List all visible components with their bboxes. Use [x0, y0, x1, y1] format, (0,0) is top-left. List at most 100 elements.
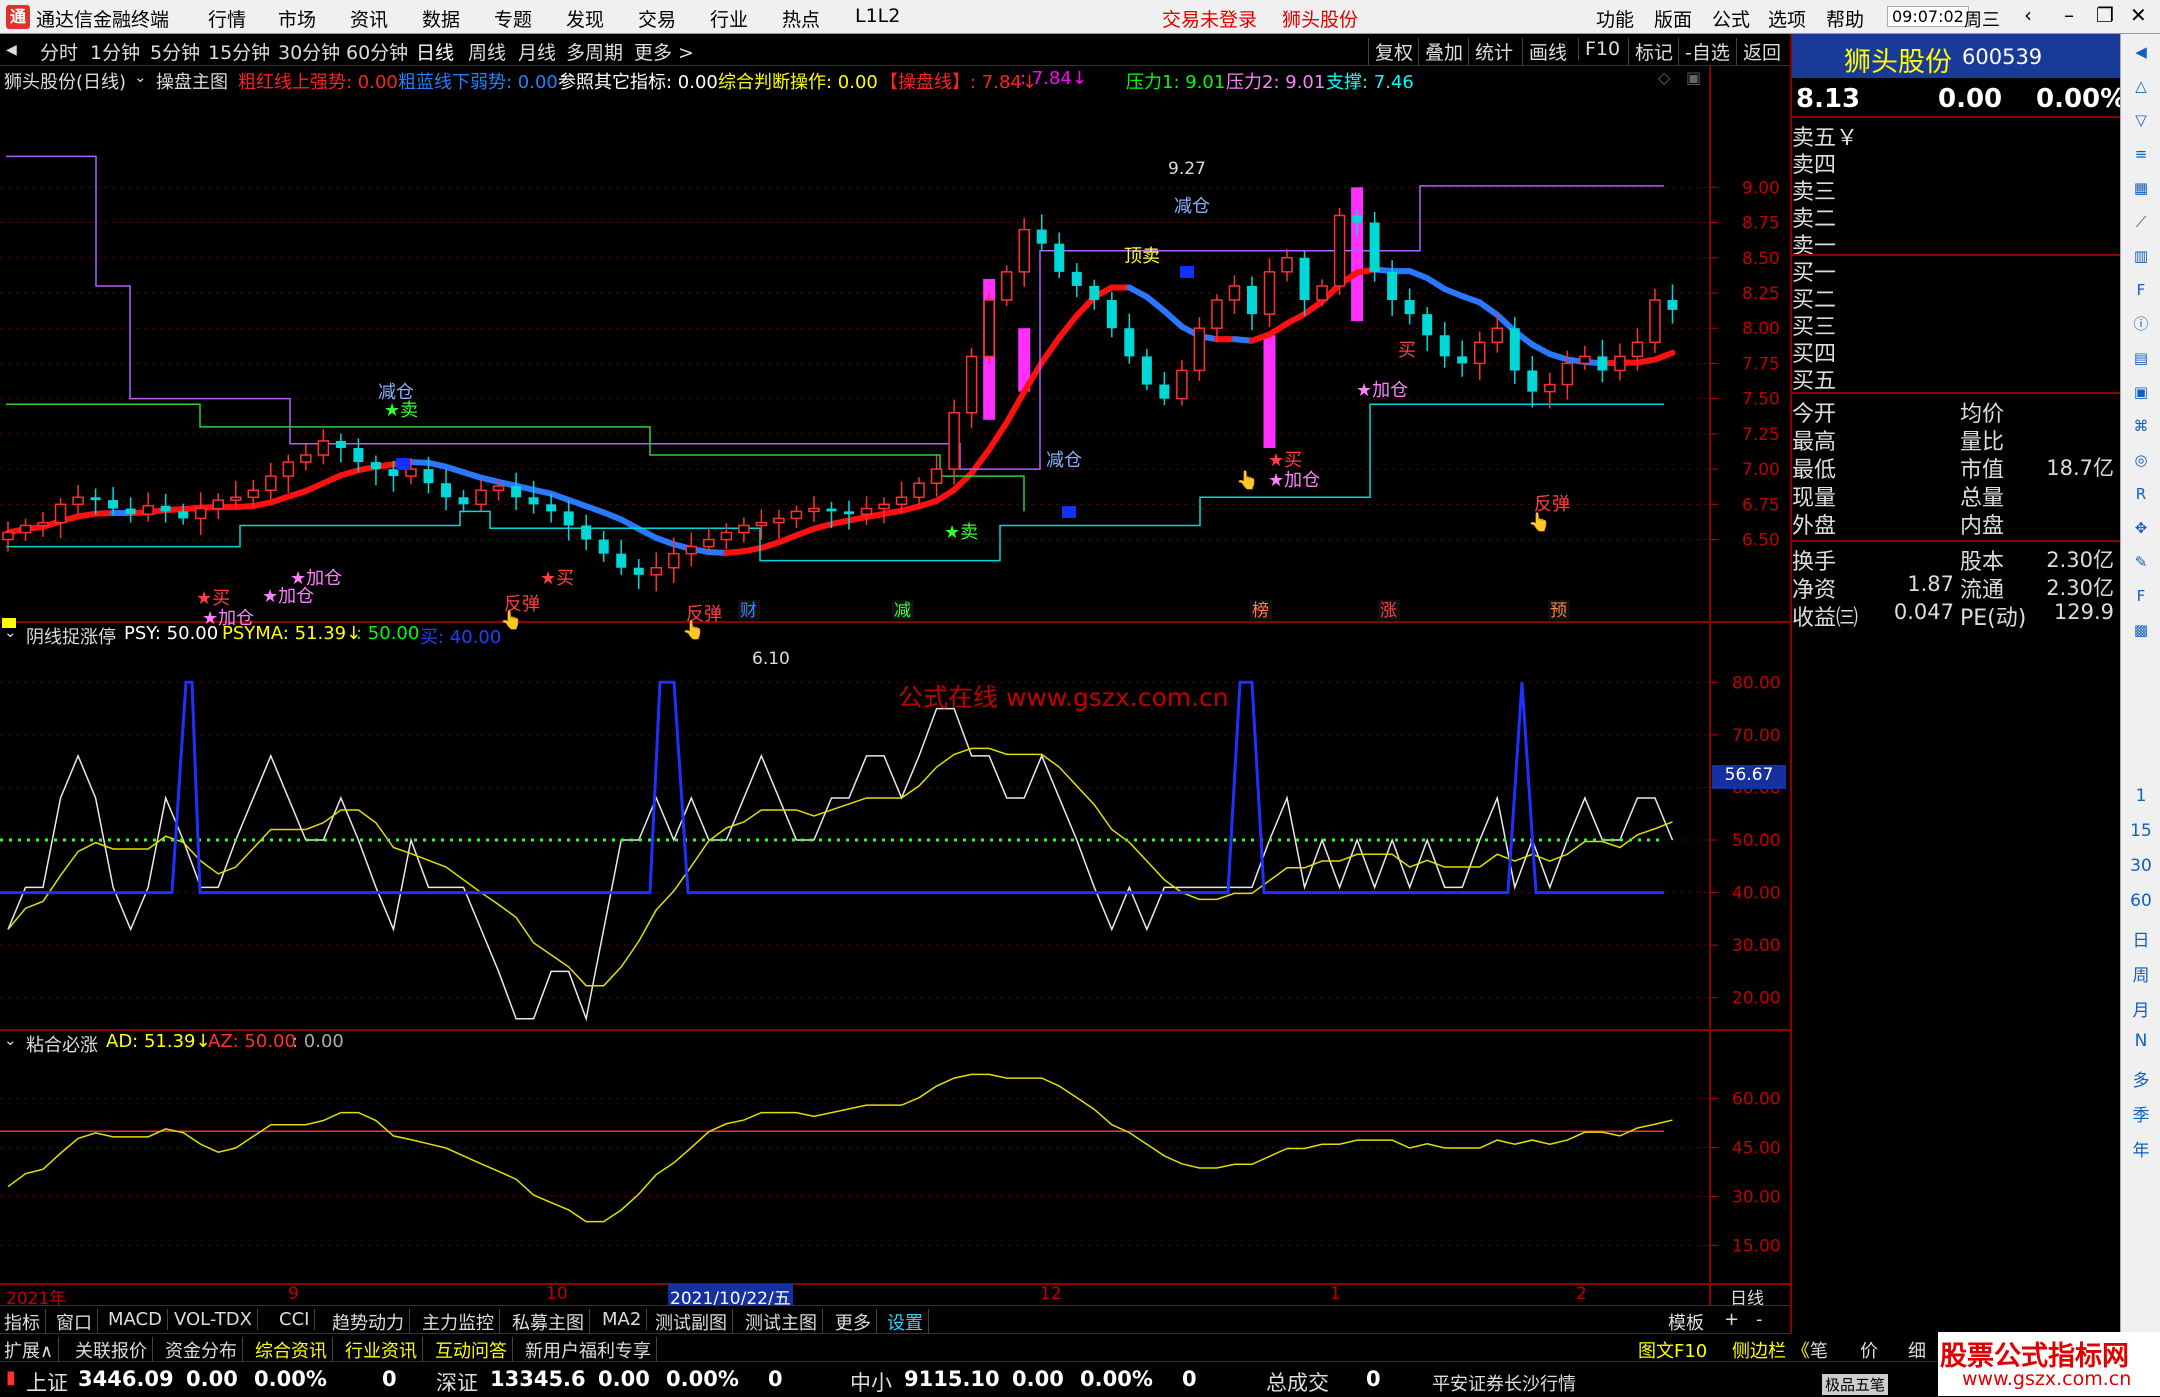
period-5min[interactable]: 5分钟 [150, 38, 200, 65]
right-tab-0[interactable]: 图文F10 [1638, 1337, 1707, 1363]
menu-faxian[interactable]: 发现 [566, 5, 604, 32]
sidebar-period-9[interactable]: 季 [2129, 1101, 2153, 1126]
menu-bangzhu[interactable]: 帮助 [1826, 5, 1864, 32]
period-multi[interactable]: 多周期 [566, 38, 623, 65]
tool-f10[interactable]: F10 [1578, 38, 1620, 60]
menu-hangqing[interactable]: 行情 [208, 5, 246, 32]
restore-icon[interactable]: ❐ [2096, 3, 2114, 27]
period-1min[interactable]: 1分钟 [90, 38, 140, 65]
pen-icon[interactable]: ✎ [2129, 550, 2153, 574]
sidebar-period-5[interactable]: 周 [2129, 961, 2153, 986]
sidebar-period-2[interactable]: 30 [2129, 856, 2153, 876]
info-link-3[interactable]: 综合资讯 [255, 1337, 333, 1363]
template-btn-1[interactable]: + [1724, 1309, 1739, 1330]
indicator-tab-5[interactable]: 趋势动力 [332, 1309, 410, 1335]
back-icon[interactable]: ‹ [2024, 3, 2032, 27]
psy-dropdown-icon[interactable]: ⌄ [4, 623, 17, 641]
menu-gongneng[interactable]: 功能 [1596, 5, 1634, 32]
tool-zixuan[interactable]: -自选 [1678, 38, 1730, 65]
list-icon[interactable]: ≡ [2129, 142, 2153, 166]
indicator-tab-1[interactable]: 窗口 [56, 1309, 98, 1335]
sz-name[interactable]: 深证 [436, 1367, 478, 1397]
fs-icon[interactable]: F [2129, 584, 2153, 608]
indicator-tab-12[interactable]: 设置 [887, 1309, 929, 1335]
right-tab-3[interactable]: 价 [1860, 1337, 1878, 1363]
tool-biaoji[interactable]: 标记 [1628, 38, 1673, 65]
info-link-6[interactable]: 新用户福利专享 [525, 1337, 657, 1363]
indicator-tab-6[interactable]: 主力监控 [422, 1309, 500, 1335]
rsi-icon[interactable]: R [2129, 482, 2153, 506]
template-btn-2[interactable]: - [1756, 1309, 1763, 1330]
info-link-1[interactable]: 关联报价 [75, 1337, 153, 1363]
sidebar-period-6[interactable]: 月 [2129, 996, 2153, 1021]
ad-dropdown-icon[interactable]: ⌄ [4, 1031, 17, 1049]
collapse-icon[interactable]: ◀ [6, 42, 17, 58]
sidebar-period-0[interactable]: 1 [2129, 786, 2153, 806]
indicator-tab-9[interactable]: 测试副图 [655, 1309, 733, 1335]
sidebar-period-3[interactable]: 60 [2129, 891, 2153, 911]
indicator-tab-11[interactable]: 更多 [835, 1309, 877, 1335]
right-tab-2[interactable]: 笔 [1810, 1337, 1828, 1363]
period-weekly[interactable]: 周线 [468, 38, 506, 65]
menu-l1l2[interactable]: L1L2 [855, 5, 900, 27]
menu-zhuanti[interactable]: 专题 [494, 5, 532, 32]
tool-tongji[interactable]: 统计 [1468, 38, 1513, 65]
menu-shichang[interactable]: 市场 [278, 5, 316, 32]
info-icon[interactable]: ⓘ [2129, 312, 2153, 336]
sh-name[interactable]: 上证 [26, 1367, 68, 1397]
kline-icon[interactable]: ▥ [2129, 244, 2153, 268]
period-30min[interactable]: 30分钟 [278, 38, 340, 65]
f10-icon[interactable]: F [2129, 278, 2153, 302]
calc-icon[interactable]: ▣ [2129, 380, 2153, 404]
filter-icon[interactable]: ⌘ [2129, 414, 2153, 438]
zx-name[interactable]: 中小 [850, 1367, 892, 1397]
indicator-tab-7[interactable]: 私募主图 [512, 1309, 590, 1335]
sidebar-period-4[interactable]: 日 [2129, 926, 2153, 951]
period-15min[interactable]: 15分钟 [208, 38, 270, 65]
indicator-tab-8[interactable]: MA2 [602, 1309, 647, 1330]
period-more[interactable]: 更多 > [634, 38, 694, 65]
menu-hangye[interactable]: 行业 [710, 5, 748, 32]
info-link-2[interactable]: 资金分布 [165, 1337, 243, 1363]
doc-icon[interactable]: ▤ [2129, 346, 2153, 370]
info-link-4[interactable]: 行业资讯 [345, 1337, 423, 1363]
tool-fuquan[interactable]: 复权 [1368, 38, 1413, 65]
period-daily[interactable]: 日线 [416, 38, 454, 65]
menu-jiaoyi[interactable]: 交易 [638, 5, 676, 32]
line-icon[interactable]: ⟋ [2129, 210, 2153, 234]
tool-fanhui[interactable]: 返回 [1736, 38, 1781, 65]
indicator-tab-10[interactable]: 测试主图 [745, 1309, 823, 1335]
sidebar-period-10[interactable]: 年 [2129, 1136, 2153, 1161]
trade-status[interactable]: 交易未登录 [1162, 5, 1257, 32]
right-tab-4[interactable]: 细 [1908, 1337, 1926, 1363]
move-icon[interactable]: ✥ [2129, 516, 2153, 540]
up-icon[interactable]: △ [2129, 74, 2153, 98]
info-link-5[interactable]: 互动问答 [435, 1337, 513, 1363]
period-fenshi[interactable]: 分时 [40, 38, 78, 65]
menu-zixun[interactable]: 资讯 [350, 5, 388, 32]
info-link-0[interactable]: 扩展∧ [4, 1337, 59, 1363]
right-tab-1[interactable]: 侧边栏 《 [1732, 1337, 1810, 1363]
menu-xuanxiang[interactable]: 选项 [1768, 5, 1806, 32]
indicator-tab-3[interactable]: VOL-TDX [174, 1309, 258, 1330]
minimize-icon[interactable]: – [2064, 3, 2074, 27]
period-60min[interactable]: 60分钟 [346, 38, 408, 65]
template-btn-0[interactable]: 模板 [1668, 1309, 1704, 1335]
ad-name[interactable]: 粘合必涨 [26, 1031, 98, 1057]
tool-diejia[interactable]: 叠加 [1418, 38, 1463, 65]
indicator-tab-4[interactable]: CCI [279, 1309, 315, 1330]
compass-icon[interactable]: ◎ [2129, 448, 2153, 472]
menu-shuju[interactable]: 数据 [422, 5, 460, 32]
orderbook-row-9[interactable]: 买五 [1792, 363, 1836, 395]
menu-banmian[interactable]: 版面 [1654, 5, 1692, 32]
down-icon[interactable]: ▽ [2129, 108, 2153, 132]
tool-huaxian[interactable]: 画线 [1522, 38, 1567, 65]
chart-icon[interactable]: ▩ [2129, 618, 2153, 642]
menu-gongshi[interactable]: 公式 [1712, 5, 1750, 32]
grid-icon[interactable]: ▦ [2129, 176, 2153, 200]
menu-redian[interactable]: 热点 [782, 5, 820, 32]
broker-name[interactable]: 平安证券长沙行情 [1432, 1370, 1576, 1396]
close-icon[interactable]: ✕ [2130, 3, 2147, 27]
sidebar-period-8[interactable]: 多 [2129, 1066, 2153, 1091]
kline-chart[interactable]: 9.276.10减仓★卖减仓减仓★卖顶卖★买★加仓★加仓★加仓反弹★买反弹★买★… [0, 66, 1790, 1306]
